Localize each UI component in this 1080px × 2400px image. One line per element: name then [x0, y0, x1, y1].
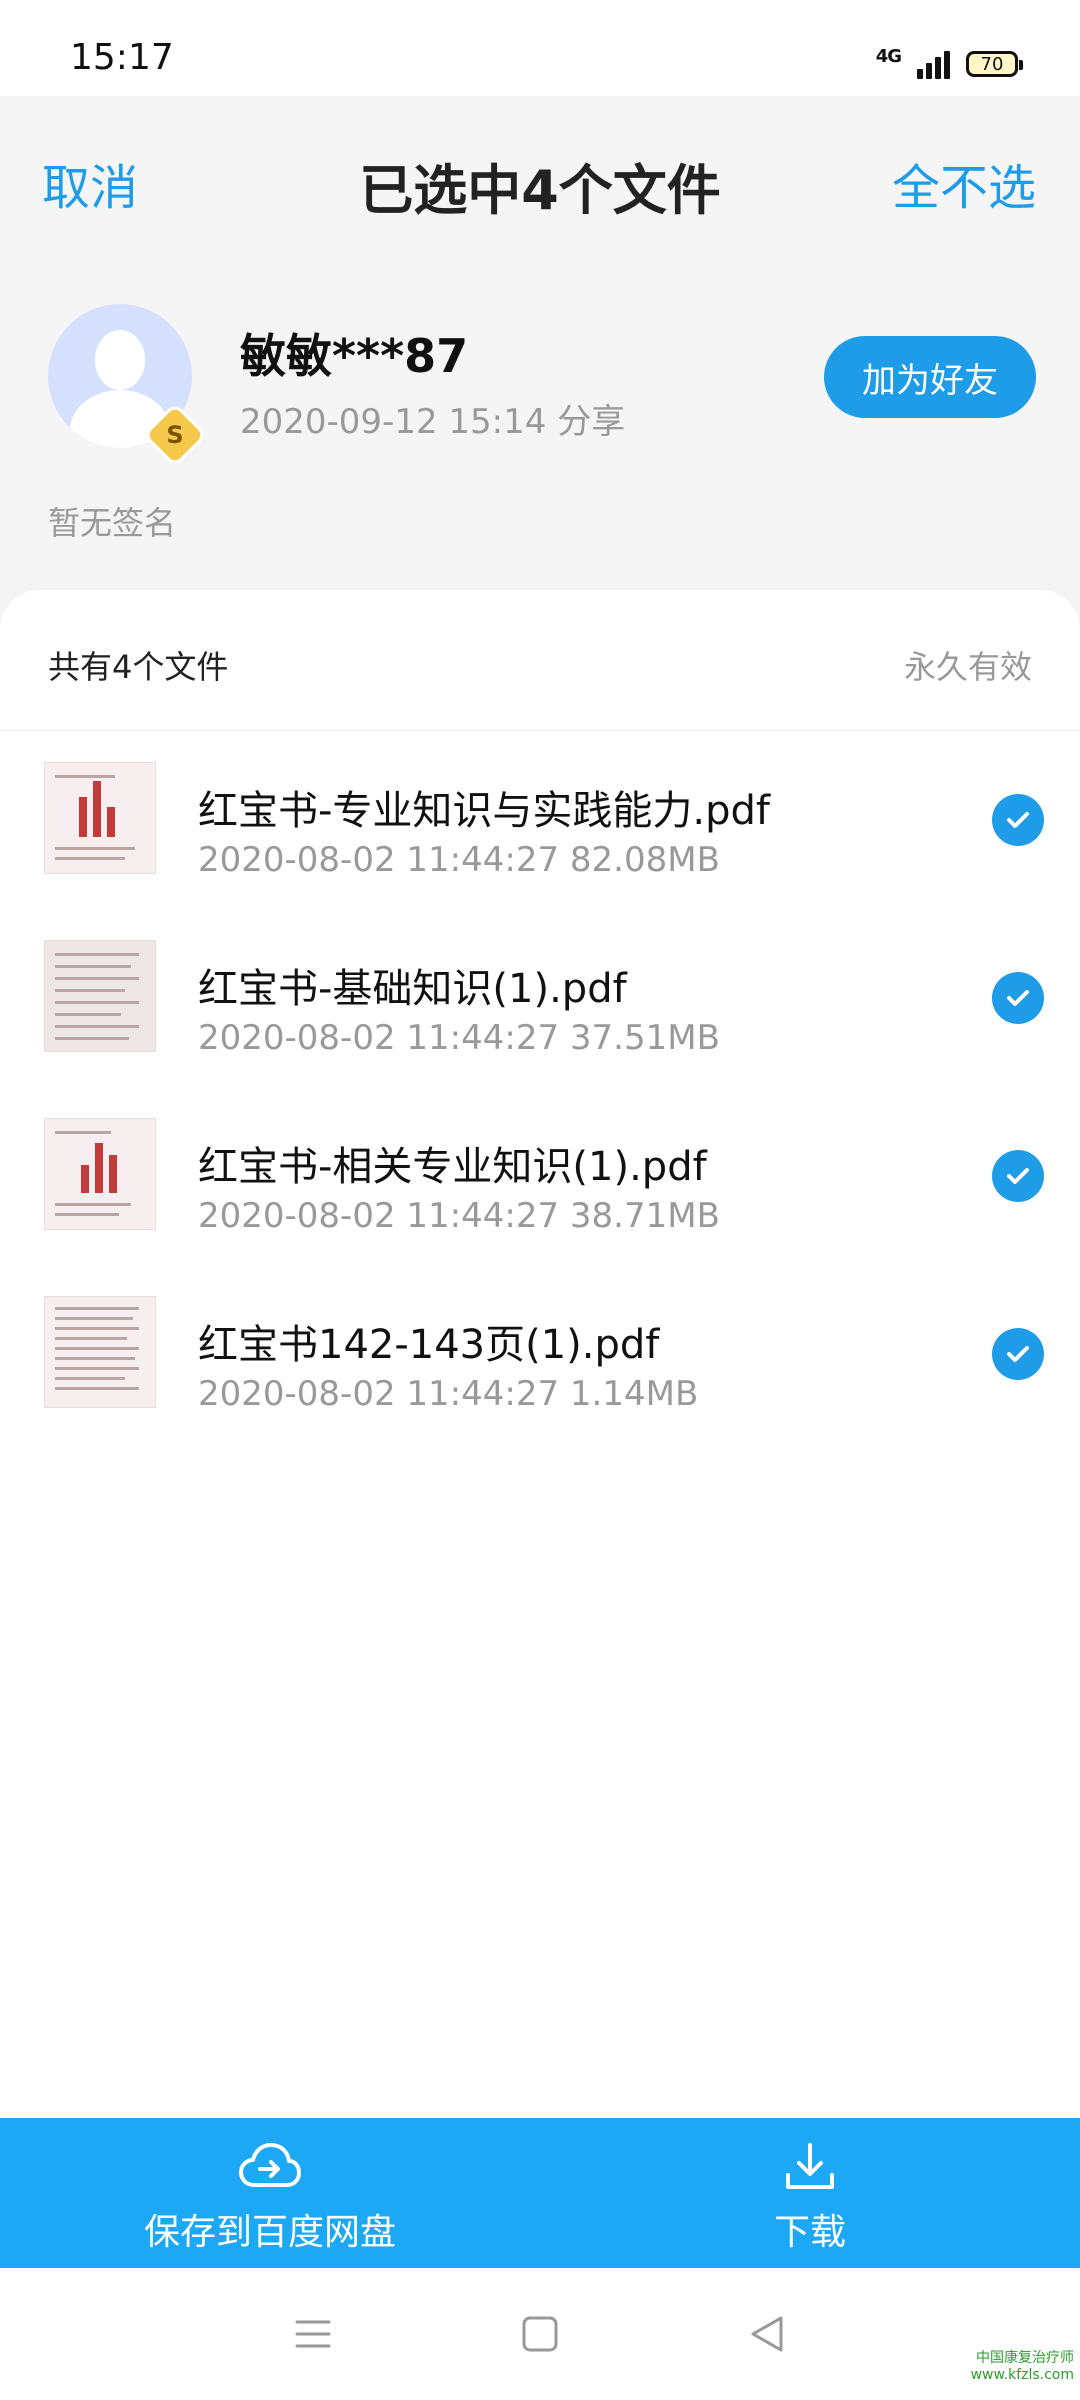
cloud-save-icon: [238, 2139, 302, 2195]
file-meta: 2020-08-02 11:44:27 37.51MB: [198, 1018, 720, 1058]
status-icons: 4G 70: [875, 44, 1023, 84]
file-thumbnail: [44, 1296, 156, 1408]
file-meta: 2020-08-02 11:44:27 82.08MB: [198, 840, 720, 880]
sharer-info: S 敏敏***87 2020-09-12 15:14 分享 加为好友 暂无签名: [0, 290, 1080, 550]
back-triangle-icon: [751, 2316, 783, 2352]
file-thumbnail: [44, 762, 156, 874]
watermark-line2: www.kfzls.com: [970, 2367, 1074, 2384]
deselect-all-button[interactable]: 全不选: [892, 148, 1036, 218]
save-to-netdisk-button[interactable]: 保存到百度网盘: [0, 2118, 540, 2268]
selection-header: 取消 已选中4个文件 全不选: [0, 96, 1080, 266]
download-button[interactable]: 下载: [540, 2118, 1080, 2268]
checked-icon[interactable]: [992, 1328, 1044, 1380]
file-name: 红宝书-相关专业知识(1).pdf: [198, 1144, 707, 1190]
sharer-name: 敏敏***87: [240, 329, 469, 383]
download-label: 下载: [773, 2212, 846, 2253]
menu-icon: [295, 2320, 331, 2348]
file-row[interactable]: 红宝书-基础知识(1).pdf 2020-08-02 11:44:27 37.5…: [0, 918, 1080, 1096]
file-name: 红宝书-基础知识(1).pdf: [198, 966, 627, 1012]
file-meta: 2020-08-02 11:44:27 1.14MB: [198, 1374, 699, 1414]
file-meta: 2020-08-02 11:44:27 38.71MB: [198, 1196, 720, 1236]
menu-nav-button[interactable]: [281, 2302, 345, 2366]
signal-icon: [917, 49, 950, 79]
checked-icon[interactable]: [992, 794, 1044, 846]
file-name: 红宝书-专业知识与实践能力.pdf: [198, 788, 771, 834]
files-card: 共有4个文件 永久有效 红宝书-专业知识与实践能力.pdf 2020-08-02…: [0, 590, 1080, 2120]
download-icon: [778, 2139, 842, 2195]
share-timestamp: 2020-09-12 15:14 分享: [240, 402, 626, 442]
vip-badge-letter: S: [166, 421, 184, 449]
status-time: 15:17: [70, 37, 174, 78]
battery-icon: 70: [966, 51, 1023, 77]
system-nav-bar: [0, 2268, 1080, 2400]
avatar-head-shape: [95, 330, 145, 390]
add-friend-button[interactable]: 加为好友: [824, 336, 1036, 418]
file-thumbnail: [44, 1118, 156, 1230]
file-thumbnail: [44, 940, 156, 1052]
validity-label: 永久有效: [903, 648, 1032, 686]
checked-icon[interactable]: [992, 972, 1044, 1024]
file-list: 红宝书-专业知识与实践能力.pdf 2020-08-02 11:44:27 82…: [0, 740, 1080, 1452]
file-count-label: 共有4个文件: [48, 648, 229, 686]
watermark-line1: 中国康复治疗师: [976, 2350, 1074, 2367]
home-nav-button[interactable]: [508, 2302, 572, 2366]
back-nav-button[interactable]: [735, 2302, 799, 2366]
file-name: 红宝书142-143页(1).pdf: [198, 1322, 660, 1368]
file-row[interactable]: 红宝书-专业知识与实践能力.pdf 2020-08-02 11:44:27 82…: [0, 740, 1080, 918]
checked-icon[interactable]: [992, 1150, 1044, 1202]
bottom-action-bar: 保存到百度网盘 下载: [0, 2118, 1080, 2268]
sharer-signature: 暂无签名: [48, 504, 177, 542]
network-type: 4G: [875, 45, 902, 67]
screen: 15:17 4G 70 取消 已选中4个文件 全不选 S 敏敏***87 202…: [0, 0, 1080, 2400]
files-card-header: 共有4个文件 永久有效: [0, 590, 1080, 731]
watermark: 中国康复治疗师 www.kfzls.com: [971, 2350, 1074, 2384]
home-square-icon: [522, 2316, 558, 2352]
status-bar: 15:17 4G 70: [0, 0, 1080, 96]
battery-level: 70: [980, 53, 1004, 75]
save-to-netdisk-label: 保存到百度网盘: [143, 2212, 396, 2253]
file-row[interactable]: 红宝书142-143页(1).pdf 2020-08-02 11:44:27 1…: [0, 1274, 1080, 1452]
file-row[interactable]: 红宝书-相关专业知识(1).pdf 2020-08-02 11:44:27 38…: [0, 1096, 1080, 1274]
